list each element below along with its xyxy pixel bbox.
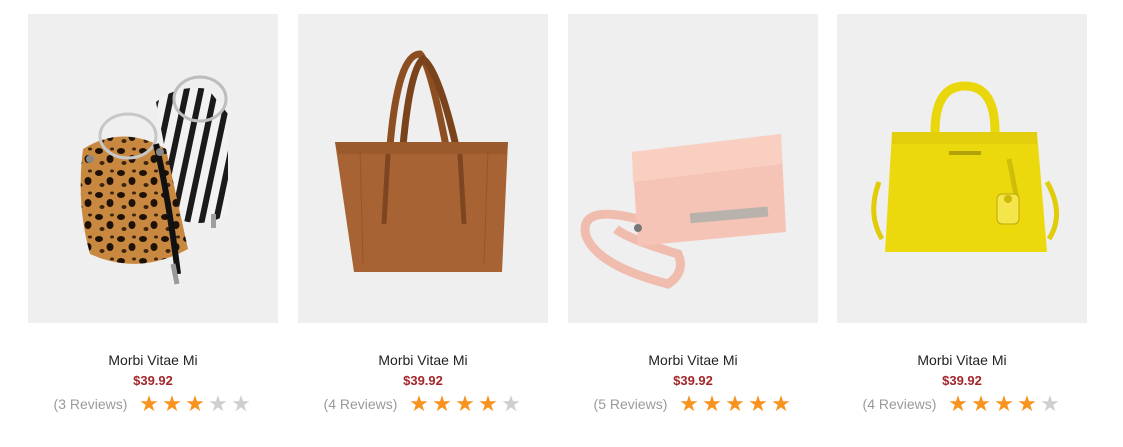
product-name[interactable]: Morbi Vitae Mi (28, 352, 278, 368)
star-filled-icon: ★ (702, 391, 722, 416)
star-filled-icon: ★ (679, 391, 699, 416)
star-filled-icon: ★ (994, 391, 1014, 416)
star-filled-icon: ★ (725, 391, 745, 416)
star-filled-icon: ★ (162, 391, 182, 416)
product-price: $39.92 (942, 373, 982, 388)
product-image[interactable] (28, 14, 278, 323)
star-filled-icon: ★ (409, 391, 429, 416)
star-filled-icon: ★ (432, 391, 452, 416)
star-empty-icon: ★ (208, 391, 228, 416)
leopard-bucket-bag-image (80, 75, 228, 285)
star-rating: ★ ★ ★ ★ ★ (407, 391, 522, 416)
brown-tote-bag-image (335, 50, 508, 272)
product-image[interactable] (837, 14, 1087, 323)
product-grid: Morbi Vitae Mi $39.92 (3 Reviews) ★ ★ ★ ★ ★ … (0, 0, 1123, 447)
yellow-handbag-image (871, 81, 1059, 252)
star-filled-icon: ★ (771, 391, 791, 416)
product-image[interactable] (298, 14, 548, 323)
star-empty-icon: ★ (501, 391, 521, 416)
product-rating: (4 Reviews) ★ ★ ★ ★ ★ (298, 391, 548, 416)
star-rating: ★ ★ ★ ★ ★ (677, 391, 792, 416)
product-rating: (3 Reviews) ★ ★ ★ ★ ★ (28, 391, 278, 416)
product-name[interactable]: Morbi Vitae Mi (568, 352, 818, 368)
product-price: $39.92 (133, 373, 173, 388)
pink-clutch-image (580, 134, 786, 289)
product-price: $39.92 (403, 373, 443, 388)
product-card: Morbi Vitae Mi $39.92 (3 Reviews) ★ ★ ★ ★ ★ (28, 14, 278, 416)
star-empty-icon: ★ (231, 391, 251, 416)
star-filled-icon: ★ (455, 391, 475, 416)
product-card: Morbi Vitae Mi $39.92 (4 Reviews) ★ ★ ★ ★ ★ (298, 14, 548, 416)
star-filled-icon: ★ (971, 391, 991, 416)
product-card: Morbi Vitae Mi $39.92 (4 Reviews) ★ ★ ★ ★ ★ (837, 14, 1087, 416)
review-count[interactable]: (4 Reviews) (863, 394, 937, 414)
review-count[interactable]: (5 Reviews) (594, 394, 668, 414)
star-filled-icon: ★ (1017, 391, 1037, 416)
product-rating: (5 Reviews) ★ ★ ★ ★ ★ (568, 391, 818, 416)
product-price: $39.92 (673, 373, 713, 388)
product-image[interactable] (568, 14, 818, 323)
star-filled-icon: ★ (185, 391, 205, 416)
star-rating: ★ ★ ★ ★ ★ (946, 391, 1061, 416)
product-name[interactable]: Morbi Vitae Mi (837, 352, 1087, 368)
star-filled-icon: ★ (139, 391, 159, 416)
star-rating: ★ ★ ★ ★ ★ (137, 391, 252, 416)
star-filled-icon: ★ (948, 391, 968, 416)
review-count[interactable]: (3 Reviews) (54, 394, 128, 414)
product-name[interactable]: Morbi Vitae Mi (298, 352, 548, 368)
star-filled-icon: ★ (478, 391, 498, 416)
star-empty-icon: ★ (1040, 391, 1060, 416)
product-rating: (4 Reviews) ★ ★ ★ ★ ★ (837, 391, 1087, 416)
product-card: Morbi Vitae Mi $39.92 (5 Reviews) ★ ★ ★ ★ ★ (568, 14, 818, 416)
star-filled-icon: ★ (748, 391, 768, 416)
review-count[interactable]: (4 Reviews) (324, 394, 398, 414)
